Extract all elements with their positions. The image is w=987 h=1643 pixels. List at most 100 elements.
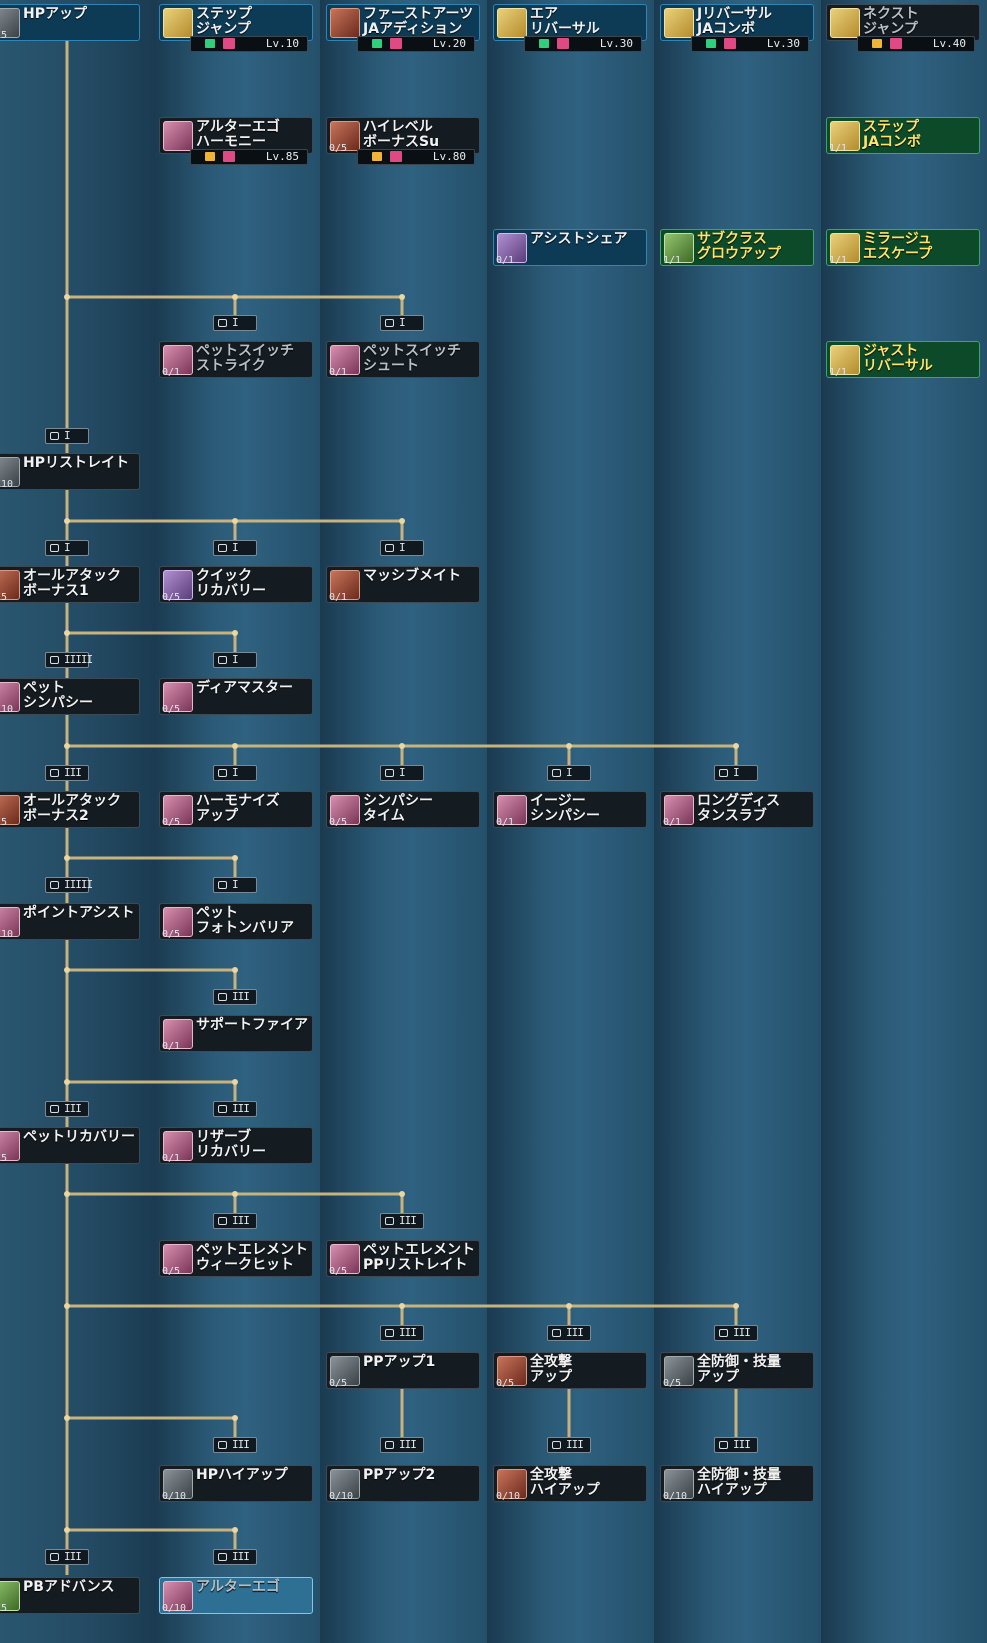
skill-node-hp-up[interactable]: HPアップ 0/5 (0, 4, 140, 41)
padlock-icon (719, 769, 728, 777)
skill-node-all-defense-up[interactable]: 全防御・技量 アップ 0/5 (660, 1352, 814, 1389)
skill-node-support-fire[interactable]: サポートファイア 0/1 (159, 1015, 313, 1052)
skill-node-pet-element-pp[interactable]: ペットエレメント PPリストレイト 0/5 (326, 1240, 480, 1277)
prerequisite-lock: III (45, 1101, 89, 1117)
skill-node-just-reversal[interactable]: ジャスト リバーサル 1/1 (826, 341, 980, 378)
required-level-numeral: I (399, 541, 406, 554)
skill-name: ポイントアシスト (23, 905, 135, 921)
skill-node-quick-recovery[interactable]: クイック リカバリー 0/5 (159, 566, 313, 603)
padlock-icon (719, 1329, 728, 1337)
required-level: Lv.80 (432, 150, 466, 163)
skill-node-next-jump[interactable]: ネクスト ジャンプ Lv.40 (826, 4, 980, 52)
skill-point-count: 0/5 (329, 1378, 348, 1389)
pet-icon (163, 121, 193, 151)
required-level: Lv.30 (766, 37, 800, 50)
skill-node-hp-restrate[interactable]: HPリストレイト 0/10 (0, 453, 140, 490)
padlock-icon (218, 656, 227, 664)
skill-point-count: 0/5 (329, 817, 348, 828)
skill-node-air-reversal[interactable]: エア リバーサル Lv.30 (493, 4, 647, 52)
skill-node-mirage-escape[interactable]: ミラージュ エスケープ 1/1 (826, 229, 980, 266)
skill-point-count: 0/5 (162, 1266, 181, 1277)
required-level: Lv.40 (932, 37, 966, 50)
skill-name: HPリストレイト (23, 455, 129, 471)
skill-node-pet-switch-strike[interactable]: ペットスイッチ ストライク 0/1 (159, 341, 313, 378)
skill-node-step-ja-combo[interactable]: ステップ JAコンボ 1/1 (826, 117, 980, 154)
skill-node-massive-mate[interactable]: マッシブメイト 0/1 (326, 566, 480, 603)
skill-name: 全防御・技量 ハイアップ (697, 1467, 781, 1498)
skill-point-count: 0/1 (162, 1153, 181, 1164)
skill-point-count: 0/5 (0, 30, 8, 41)
required-level: Lv.30 (599, 37, 633, 50)
skill-node-reserve-recovery[interactable]: リザーブ リカバリー 0/1 (159, 1127, 313, 1164)
skill-node-hp-high-up[interactable]: HPハイアップ 0/10 (159, 1465, 313, 1502)
skill-node-pb-advance[interactable]: PBアドバンス 0/5 (0, 1577, 140, 1614)
required-level-numeral: III (64, 1550, 82, 1563)
lock-icon (872, 39, 882, 48)
skill-node-pp-up1[interactable]: PPアップ1 0/5 (326, 1352, 480, 1389)
required-level-numeral: I (232, 653, 239, 666)
class-badge-icon (223, 38, 235, 49)
skill-name: ハーモナイズ アップ (196, 793, 280, 824)
padlock-icon (218, 1217, 227, 1225)
skill-point-count: 0/1 (329, 592, 348, 603)
skill-node-all-attack-up[interactable]: 全攻撃 アップ 0/5 (493, 1352, 647, 1389)
skill-name: ネクスト ジャンプ (863, 6, 919, 37)
skill-node-easy-sympathy[interactable]: イージー シンパシー 0/1 (493, 791, 647, 828)
skill-name: ペットリカバリー (23, 1129, 135, 1145)
lock-icon (372, 152, 382, 161)
skill-node-pet-switch-shoot[interactable]: ペットスイッチ シュート 0/1 (326, 341, 480, 378)
skill-name: マッシブメイト (363, 568, 461, 584)
skill-node-j-reversal[interactable]: Jリバーサル JAコンボ Lv.30 (660, 4, 814, 52)
skill-node-all-attack-bonus1[interactable]: オールアタック ボーナス1 0/5 (0, 566, 140, 603)
padlock-icon (385, 1441, 394, 1449)
skill-point-count: 0/5 (162, 817, 181, 828)
prerequisite-lock: III (547, 1325, 591, 1341)
padlock-icon (218, 993, 227, 1001)
padlock-icon (552, 769, 561, 777)
prerequisite-lock: IIIII (45, 877, 93, 893)
skill-point-count: 0/10 (0, 479, 14, 490)
class-badge-icon (557, 38, 569, 49)
skill-point-count: 0/5 (162, 929, 181, 940)
padlock-icon (385, 1217, 394, 1225)
skill-point-count: 0/10 (329, 1491, 354, 1502)
skill-node-dear-master[interactable]: ディアマスター 0/5 (159, 678, 313, 715)
skill-node-pet-recovery[interactable]: ペットリカバリー 0/5 (0, 1127, 140, 1164)
skill-node-all-attack-high-up[interactable]: 全攻撃 ハイアップ 0/10 (493, 1465, 647, 1502)
prerequisite-lock: I (213, 315, 257, 331)
skill-node-assist-share[interactable]: アシストシェア 0/1 (493, 229, 647, 266)
unlock-icon (539, 39, 549, 48)
skill-node-sympathy-time[interactable]: シンパシー タイム 0/5 (326, 791, 480, 828)
skill-node-pet-sympathy[interactable]: ペット シンパシー 0/10 (0, 678, 140, 715)
prerequisite-lock: III (213, 1437, 257, 1453)
skill-node-pp-up2[interactable]: PPアップ2 0/10 (326, 1465, 480, 1502)
skill-node-pet-element-weak[interactable]: ペットエレメント ウィークヒット 0/5 (159, 1240, 313, 1277)
skill-name: PPアップ2 (363, 1467, 436, 1483)
skill-node-all-defense-high-up[interactable]: 全防御・技量 ハイアップ 0/10 (660, 1465, 814, 1502)
padlock-icon (385, 769, 394, 777)
prerequisite-lock: I (380, 540, 424, 556)
skill-node-high-level-bonus[interactable]: ハイレベル ボーナスSu 0/5 Lv.80 (326, 117, 480, 165)
skill-node-step-jump[interactable]: ステップ ジャンプ Lv.10 (159, 4, 313, 52)
skill-node-alter-ego[interactable]: アルターエゴ 0/10 (159, 1577, 313, 1614)
skill-node-point-assist[interactable]: ポイントアシスト 0/10 (0, 903, 140, 940)
required-level-numeral: I (232, 541, 239, 554)
padlock-icon (50, 656, 59, 664)
skill-node-long-distance-love[interactable]: ロングディス タンスラブ 0/1 (660, 791, 814, 828)
skill-name: オールアタック ボーナス1 (23, 568, 121, 599)
skill-node-harmonize-up[interactable]: ハーモナイズ アップ 0/5 (159, 791, 313, 828)
prerequisite-lock: I (213, 540, 257, 556)
prerequisite-lock: I (380, 765, 424, 781)
skill-point-count: 0/1 (663, 817, 682, 828)
required-level-numeral: III (399, 1438, 417, 1451)
skill-name: ロングディス タンスラブ (697, 793, 781, 824)
skill-node-alter-ego-harmony[interactable]: アルターエゴ ハーモニー Lv.85 (159, 117, 313, 165)
padlock-icon (218, 544, 227, 552)
skill-node-subclass-growth[interactable]: サブクラス グロウアップ 1/1 (660, 229, 814, 266)
required-level-numeral: III (733, 1438, 751, 1451)
skill-node-first-arts[interactable]: ファーストアーツ JAアディション Lv.20 (326, 4, 480, 52)
required-level-numeral: IIIII (64, 653, 93, 666)
skill-node-pet-photon-barrier[interactable]: ペット フォトンバリア 0/5 (159, 903, 313, 940)
required-level-numeral: I (64, 541, 71, 554)
skill-node-all-attack-bonus2[interactable]: オールアタック ボーナス2 0/5 (0, 791, 140, 828)
